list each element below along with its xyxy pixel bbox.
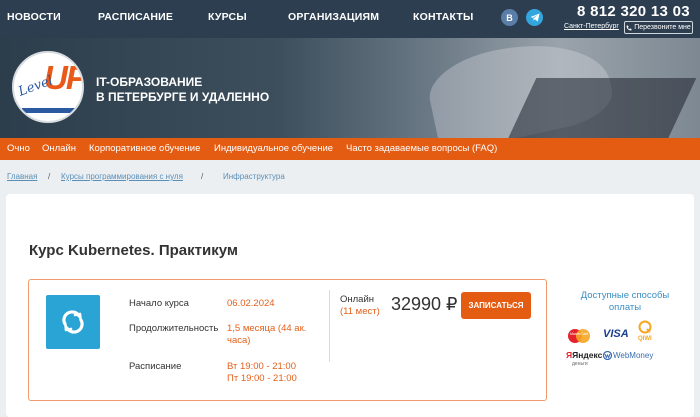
mastercard-label: MasterCard	[569, 332, 589, 336]
schedule-value-2: Пт 19:00 - 21:00	[227, 373, 297, 384]
menu-corporate[interactable]: Корпоративное обучение	[89, 143, 200, 154]
qiwi-logo	[638, 320, 652, 336]
hero-photo-keyboard	[503, 78, 697, 138]
start-label: Начало курса	[129, 298, 189, 309]
menu-online[interactable]: Онлайн	[42, 143, 76, 154]
nav-courses[interactable]: КУРСЫ	[208, 11, 247, 23]
course-icon	[46, 295, 100, 349]
qiwi-label: QIWI	[638, 336, 652, 342]
nav-schedule[interactable]: РАСПИСАНИЕ	[98, 11, 173, 23]
webmoney-label: WebMoney	[613, 351, 654, 360]
yandex-label: Яндекс	[572, 350, 603, 360]
course-price: 32990 ₽	[391, 294, 458, 314]
phone-icon	[626, 25, 632, 31]
site-logo[interactable]: UP Level	[12, 51, 84, 123]
nav-contacts[interactable]: КОНТАКТЫ	[413, 11, 473, 23]
webmoney-icon	[603, 351, 612, 360]
hero-banner: UP Level IT-ОБРАЗОВАНИЕ В ПЕТЕРБУРГЕ И У…	[0, 38, 700, 138]
city-selector[interactable]: Санкт-Петербург	[564, 23, 619, 30]
breadcrumb-current: Инфраструктура	[223, 172, 285, 181]
seats-count: (11 мест)	[340, 306, 380, 317]
webmoney-logo: WebMoney	[603, 351, 653, 360]
breadcrumb-home[interactable]: Главная	[7, 172, 37, 181]
menu-faq[interactable]: Часто задаваемые вопросы (FAQ)	[346, 143, 497, 154]
nav-organizations[interactable]: ОРГАНИЗАЦИЯМ	[288, 11, 379, 23]
mastercard-logo	[566, 328, 592, 346]
telegram-icon[interactable]	[526, 9, 543, 26]
logo-bar	[22, 108, 78, 113]
schedule-label: Расписание	[129, 361, 182, 372]
breadcrumb-courses[interactable]: Курсы программирования с нуля	[61, 172, 183, 181]
payment-title: Доступные способы оплаты	[580, 290, 670, 313]
yandex-money-label: деньги	[572, 361, 588, 367]
sub-menu: Очно Онлайн Корпоративное обучение Индив…	[0, 138, 700, 160]
hero-title: IT-ОБРАЗОВАНИЕ В ПЕТЕРБУРГЕ И УДАЛЕННО	[96, 75, 269, 105]
vk-icon[interactable]: В	[501, 9, 518, 26]
callback-button[interactable]: Перезвоните мне	[624, 21, 693, 34]
format-label: Онлайн	[340, 294, 375, 305]
callback-label: Перезвоните мне	[634, 24, 691, 31]
phone-number[interactable]: 8 812 320 13 03	[577, 3, 690, 20]
enroll-button[interactable]: ЗАПИСАТЬСЯ	[461, 292, 531, 319]
start-value: 06.02.2024	[227, 298, 275, 309]
menu-individual[interactable]: Индивидуальное обучение	[214, 143, 333, 154]
schedule-value-1: Вт 19:00 - 21:00	[227, 361, 297, 372]
info-divider	[329, 290, 330, 362]
hero-title-line1: IT-ОБРАЗОВАНИЕ	[96, 75, 203, 89]
page-title: Курс Kubernetes. Практикум	[29, 242, 238, 259]
sync-icon	[62, 310, 84, 334]
yandex-logo: ЯЯндекс	[566, 350, 602, 360]
visa-logo: VISA	[603, 328, 629, 340]
duration-label: Продолжительность	[129, 323, 219, 334]
duration-value: 1,5 месяца (44 ак. часа)	[227, 323, 307, 346]
hero-title-line2: В ПЕТЕРБУРГЕ И УДАЛЕННО	[96, 90, 270, 104]
menu-offline[interactable]: Очно	[7, 143, 30, 154]
top-nav: НОВОСТИ РАСПИСАНИЕ КУРСЫ ОРГАНИЗАЦИЯМ КО…	[0, 0, 700, 38]
breadcrumb-separator: /	[201, 172, 204, 181]
nav-news[interactable]: НОВОСТИ	[7, 11, 61, 23]
breadcrumb-separator: /	[48, 172, 51, 181]
